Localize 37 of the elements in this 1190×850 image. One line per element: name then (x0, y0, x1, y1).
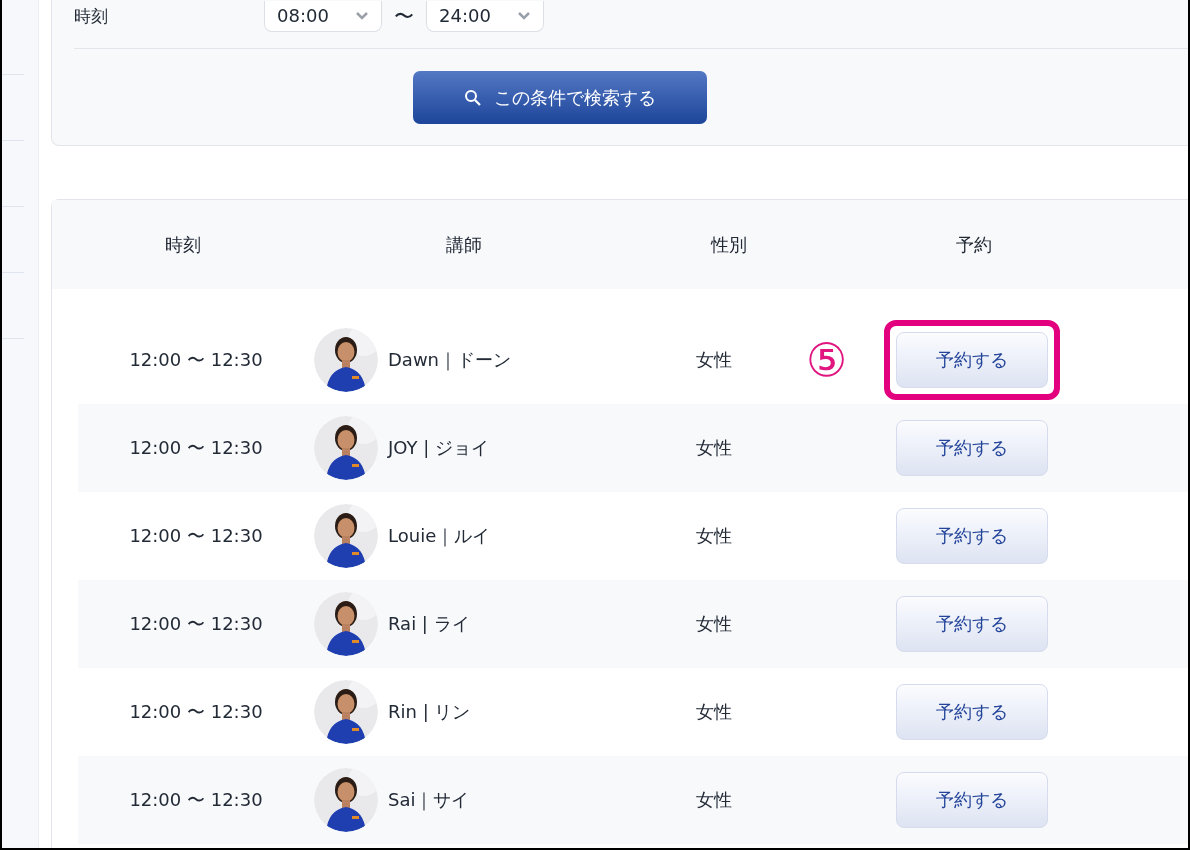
time-cell-text: 12:00 〜 12:30 (128, 612, 264, 636)
teacher-name: JOY | ジョイ (388, 436, 489, 460)
column-header: 性別 (709, 232, 748, 257)
teacher-name: Rin | リン (388, 700, 471, 724)
teacher-name: Dawn｜ドーン (388, 348, 512, 372)
search-icon (464, 88, 482, 107)
gender-cell-text: 女性 (695, 612, 733, 636)
reserve-button[interactable]: 予約する (896, 420, 1048, 476)
chevron-icon (517, 10, 531, 21)
time-cell-text: 12:00 〜 12:30 (128, 788, 264, 812)
reserve-button[interactable]: 予約する (896, 684, 1048, 740)
gender-cell-text: 女性 (695, 436, 733, 460)
column-header: 予約 (955, 232, 993, 257)
gender-cell-text: 女性 (695, 524, 733, 548)
time-cell-text: 12:00 〜 12:30 (128, 700, 264, 724)
chevron-icon (355, 10, 369, 21)
teacher-name: Rai | ライ (388, 612, 470, 636)
range-separator: 〜 (393, 2, 415, 30)
time-cell-text: 12:00 〜 12:30 (128, 348, 264, 372)
time-cell-text: 12:00 〜 12:30 (128, 436, 264, 460)
reserve-button[interactable]: 予約する (896, 332, 1048, 388)
column-header: 講師 (445, 232, 483, 257)
end-time-select[interactable]: 24:00 (426, 0, 544, 32)
column-header: 時刻 (164, 232, 202, 257)
reserve-button[interactable]: 予約する (896, 772, 1048, 828)
time-cell-text: 12:00 〜 12:30 (128, 524, 264, 548)
gender-cell-text: 女性 (695, 700, 733, 724)
search-button[interactable]: この条件で検索する (413, 71, 707, 124)
reserve-button[interactable]: 予約する (896, 596, 1048, 652)
start-time-select[interactable]: 08:00 (264, 0, 382, 32)
gender-cell-text: 女性 (695, 788, 733, 812)
time-label: 時刻 (74, 4, 109, 28)
gender-cell-text: 女性 (695, 348, 733, 372)
reserve-button[interactable]: 予約する (896, 508, 1048, 564)
teacher-name: Louie｜ルイ (388, 524, 491, 548)
teacher-name: Sai｜サイ (388, 788, 470, 812)
step-number: ⑤ (806, 337, 848, 383)
